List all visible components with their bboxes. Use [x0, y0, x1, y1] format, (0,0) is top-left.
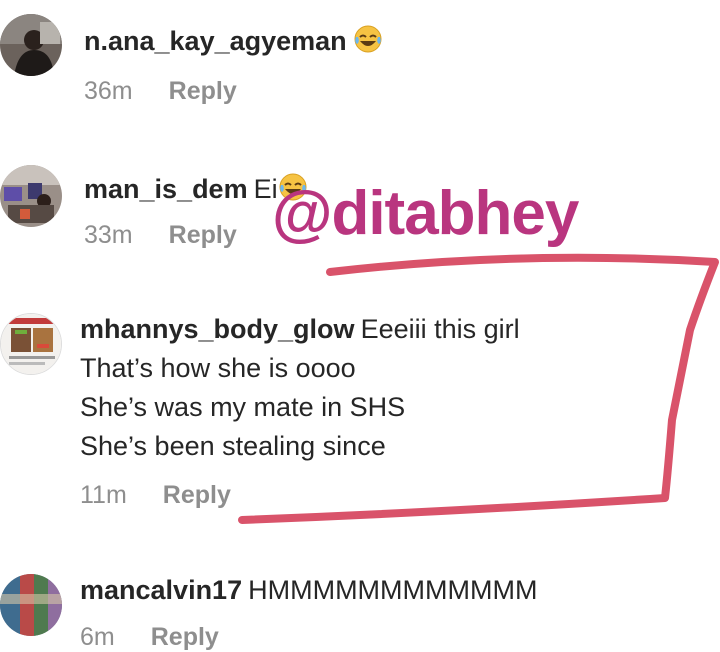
- comment-time: 11m: [80, 481, 127, 509]
- comment-time: 36m: [84, 77, 133, 105]
- reply-button[interactable]: Reply: [169, 221, 237, 249]
- reply-button[interactable]: Reply: [163, 481, 231, 509]
- comment-meta: 11m Reply: [80, 480, 231, 510]
- comment-text: n.ana_kay_agyeman: [84, 24, 383, 58]
- comment-text: mhannys_body_glow Eeeiii this girl: [80, 312, 520, 346]
- comment-meta: 33m Reply: [84, 220, 237, 250]
- avatar[interactable]: [0, 313, 62, 375]
- comment-username[interactable]: n.ana_kay_agyeman: [84, 26, 347, 56]
- reply-button[interactable]: Reply: [151, 623, 219, 651]
- comment-text: mancalvin17 HMMMMMMMMMMMM: [80, 573, 538, 607]
- avatar[interactable]: [0, 14, 62, 76]
- comment-username[interactable]: mancalvin17: [80, 575, 242, 605]
- laughing-crying-emoji-icon: [353, 24, 383, 54]
- comment-body-line: She’s was my mate in SHS: [80, 392, 406, 422]
- comment-body: HMMMMMMMMMMMM: [248, 575, 538, 605]
- comment-username[interactable]: mhannys_body_glow: [80, 314, 355, 344]
- comment-time: 33m: [84, 221, 133, 249]
- comment-body-line: That’s how she is oooo: [80, 353, 356, 383]
- avatar[interactable]: [0, 574, 62, 636]
- comment-meta: 6m Reply: [80, 622, 219, 652]
- comment-time: 6m: [80, 623, 115, 651]
- watermark-text: @ditabhey: [272, 179, 579, 248]
- comment-meta: 36m Reply: [84, 76, 237, 106]
- avatar[interactable]: [0, 165, 62, 227]
- comment-username[interactable]: man_is_dem: [84, 174, 248, 204]
- comment-body-line: She’s been stealing since: [80, 431, 386, 461]
- comment-body-line: Eeeiii this girl: [360, 314, 520, 344]
- reply-button[interactable]: Reply: [169, 77, 237, 105]
